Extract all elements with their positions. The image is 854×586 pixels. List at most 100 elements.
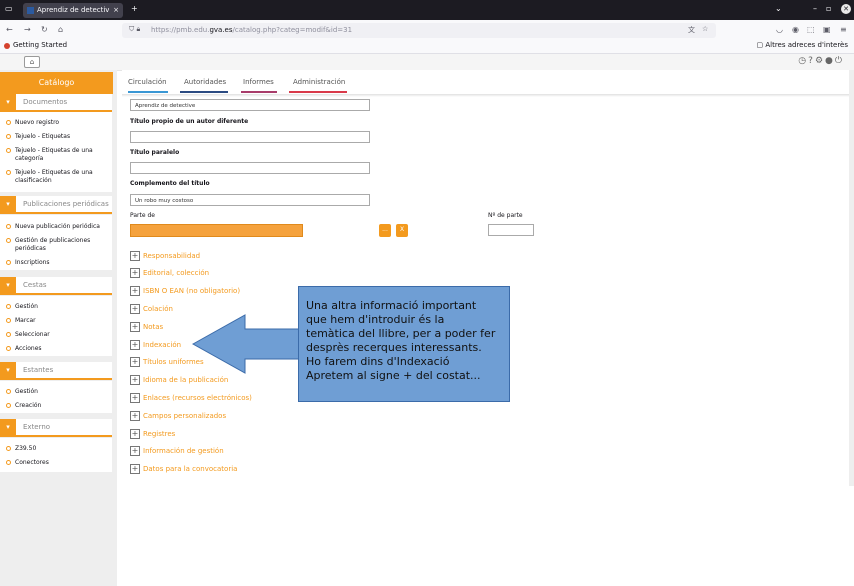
clear-part-button[interactable]: X <box>396 224 408 237</box>
favicon-icon <box>27 7 34 14</box>
help-icon[interactable]: ? <box>808 56 815 66</box>
maximize-icon[interactable]: ▫ <box>826 4 831 14</box>
annotation-note: Una altra informació important que hem d… <box>298 286 510 402</box>
label-other-author-title: Título propio de un autor diferente <box>130 118 249 125</box>
expand-plus-icon[interactable]: + <box>130 268 140 278</box>
expand-plus-icon[interactable]: + <box>130 322 140 332</box>
home-icon[interactable]: ⌂ <box>58 25 63 35</box>
sidebar-section-estantes[interactable]: ▾ Estantes <box>0 362 112 380</box>
minimize-icon[interactable]: – <box>813 4 817 14</box>
collapse-icon[interactable]: ▾ <box>0 362 16 378</box>
catalog-header[interactable]: Catálogo <box>0 72 113 94</box>
bookmark-getting-started[interactable]: Getting Started <box>13 41 67 49</box>
tab-underline <box>289 91 347 93</box>
globe-icon[interactable]: ● <box>825 56 835 66</box>
label-part-number: Nº de parte <box>488 212 523 219</box>
expand-plus-icon[interactable]: + <box>130 375 140 385</box>
collapse-icon[interactable]: ▾ <box>0 419 16 435</box>
browser-tab[interactable]: Aprendiz de detective × <box>23 3 123 18</box>
app-home-icon[interactable]: ⌂ <box>24 56 40 68</box>
sidebar-section-publicaciones[interactable]: ▾ Publicaciones periódicas <box>0 196 112 214</box>
right-gutter <box>849 70 854 486</box>
expand-plus-icon[interactable]: + <box>130 446 140 456</box>
close-window-icon[interactable]: ✕ <box>841 4 851 14</box>
translate-icon[interactable]: 文 <box>688 25 695 35</box>
title-input[interactable]: Aprendiz de detective <box>130 99 370 111</box>
tab-autoridades[interactable]: Autoridades <box>184 78 226 87</box>
section-title: Publicaciones periódicas <box>23 200 109 208</box>
shield-lock-icon[interactable]: ⛉ 🔒︎ <box>129 25 140 34</box>
tab-title: Aprendiz de detective <box>37 6 109 14</box>
back-icon[interactable]: ← <box>6 25 13 35</box>
expand-plus-icon[interactable]: + <box>130 286 140 296</box>
annotation-line: Una altra informació important <box>306 299 477 312</box>
tab-list-icon[interactable]: ▭ <box>5 4 13 14</box>
expand-plus-icon[interactable]: + <box>130 357 140 367</box>
collapse-icon[interactable]: ▾ <box>0 94 16 110</box>
annotation-line: que hem d'introduir és la <box>306 313 445 326</box>
sidebar-menu-estantes: Gestión Creación <box>0 381 112 413</box>
section-title: Estantes <box>23 366 54 374</box>
url-bar[interactable]: ⛉ 🔒︎ https://pmb.edu.gva.es/catalog.php?… <box>122 23 716 38</box>
annotation-arrow <box>191 314 300 374</box>
tab-shadow <box>122 94 849 97</box>
annotation-line: desprès recerques interessants. <box>306 341 482 354</box>
annotation-line: Ho farem dins d'Indexació <box>306 355 450 368</box>
browser-titlebar: ▭ Aprendiz de detective × + ⌄ – ▫ ✕ <box>0 0 854 20</box>
forward-icon[interactable]: → <box>24 25 31 35</box>
label-part-of: Parte de <box>130 212 155 219</box>
section-title: Externo <box>23 423 51 431</box>
annotation-line: temàtica del llibre, per a poder fer <box>306 327 496 340</box>
new-tab-button[interactable]: + <box>131 4 138 14</box>
tab-administracion[interactable]: Administración <box>293 78 345 87</box>
expand-plus-icon[interactable]: + <box>130 464 140 474</box>
expand-plus-icon[interactable]: + <box>130 429 140 439</box>
url-text[interactable]: https://pmb.edu.gva.es/catalog.php?categ… <box>151 25 352 36</box>
pocket-icon[interactable]: ◡ <box>776 25 783 35</box>
reload-icon[interactable]: ↻ <box>41 25 48 35</box>
annotation-line: Apretem al signe + del costat... <box>306 369 481 382</box>
tab-underline <box>180 91 228 93</box>
app-top-strip: ⌂ ◷?⚙●⏻ <box>0 54 854 71</box>
tab-underline <box>241 91 277 93</box>
tab-informes[interactable]: Informes <box>243 78 274 87</box>
extensions-icon[interactable]: ⬚ <box>807 25 815 35</box>
sidebar-section-documentos[interactable]: ▾ Documentos <box>0 94 112 112</box>
expand-plus-icon[interactable]: + <box>130 340 140 350</box>
expand-plus-icon[interactable]: + <box>130 304 140 314</box>
parallel-title-input[interactable] <box>130 162 370 174</box>
history-icon[interactable]: ◷ <box>798 56 808 66</box>
tab-close-icon[interactable]: × <box>113 3 119 18</box>
part-number-input[interactable] <box>488 224 534 236</box>
sidebar-menu-externo: Z39.50 Conectores <box>0 438 112 472</box>
expand-plus-icon[interactable]: + <box>130 251 140 261</box>
part-of-field[interactable] <box>130 224 303 237</box>
label-parallel-title: Título paralelo <box>130 149 180 156</box>
section-title: Cestas <box>23 281 47 289</box>
tab-underline <box>128 91 168 93</box>
settings-icon[interactable]: ⚙ <box>815 56 825 66</box>
other-author-title-input[interactable] <box>130 131 370 143</box>
collapse-icon[interactable]: ▾ <box>0 196 16 212</box>
expand-plus-icon[interactable]: + <box>130 393 140 403</box>
logout-icon[interactable]: ⏻ <box>835 56 844 66</box>
label-title-complement: Complemento del título <box>130 180 210 187</box>
tab-circulacion[interactable]: Circulación <box>128 78 167 87</box>
select-part-button[interactable]: ... <box>379 224 391 237</box>
expand-plus-icon[interactable]: + <box>130 411 140 421</box>
bookmarks-bar: Getting Started ▢ Altres adreces d'inter… <box>0 40 854 54</box>
sidebar-section-cestas[interactable]: ▾ Cestas <box>0 277 112 295</box>
sidebar-menu-cestas: Gestión Marcar Seleccionar Acciones <box>0 296 112 356</box>
sidebar-menu-publicaciones: Nueva publicación periódica Gestión de p… <box>0 215 112 270</box>
title-complement-input[interactable]: Un robo muy costoso <box>130 194 370 206</box>
hamburger-menu-icon[interactable]: ≡ <box>840 25 847 35</box>
menu-app-icon[interactable]: ▣ <box>823 25 831 35</box>
bookmark-folder-other[interactable]: ▢ Altres adreces d'interès <box>757 41 849 49</box>
firefox-icon <box>4 43 10 49</box>
account-icon[interactable]: ◉ <box>792 25 799 35</box>
sidebar-section-externo[interactable]: ▾ Externo <box>0 419 112 437</box>
section-title: Documentos <box>23 98 68 106</box>
list-all-tabs-icon[interactable]: ⌄ <box>775 4 782 14</box>
collapse-icon[interactable]: ▾ <box>0 277 16 293</box>
bookmark-star-icon[interactable]: ☆ <box>702 25 708 33</box>
